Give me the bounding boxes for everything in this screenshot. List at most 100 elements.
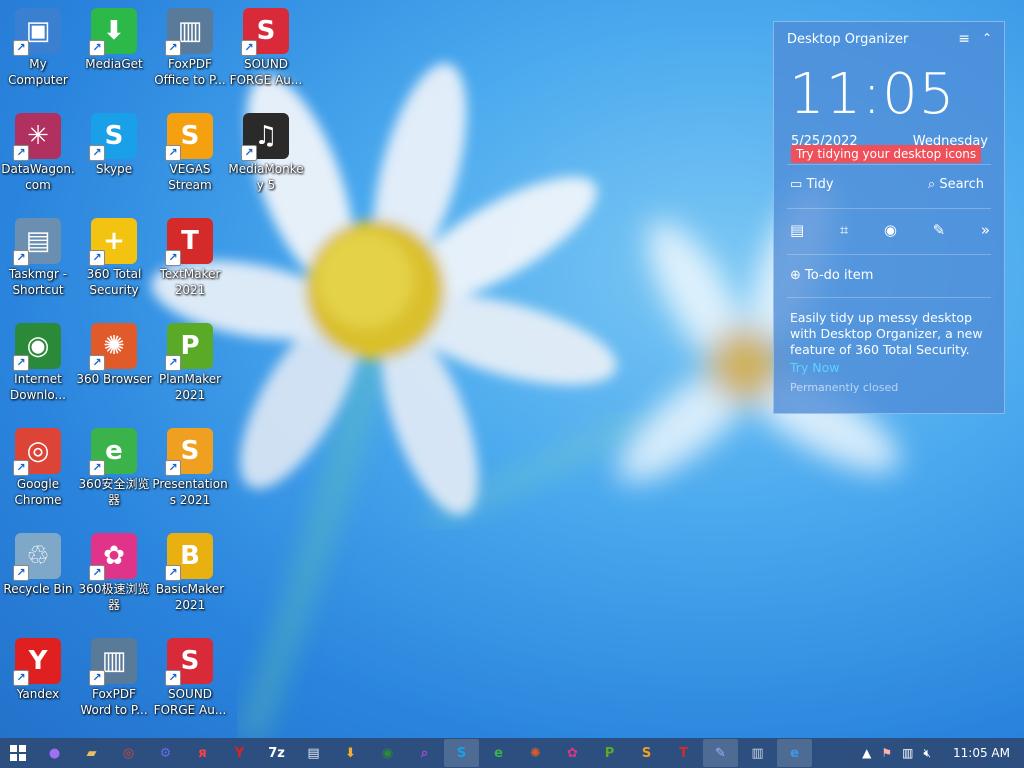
task-manager-icon: ▤ ↗ xyxy=(13,218,61,266)
shortcut-arrow-icon: ↗ xyxy=(165,670,181,686)
desktop-icon[interactable]: S ↗ SOUND FORGE Au... xyxy=(228,0,304,100)
yandex-icon[interactable]: Y xyxy=(222,739,257,767)
sound-forge-icon: S ↗ xyxy=(165,638,213,686)
tidy-button[interactable]: ▭ Tidy xyxy=(790,177,834,192)
chevron-up-icon[interactable]: ▲ xyxy=(862,746,871,760)
chrome-icon: ◎ ↗ xyxy=(13,428,61,476)
edit-note-icon[interactable]: ✎ xyxy=(933,221,946,239)
desktop-icon[interactable]: ◉ ↗ Internet Downlo... xyxy=(0,315,76,415)
chevron-up-icon[interactable]: ⌃ xyxy=(982,31,992,45)
permanently-closed-link[interactable]: Permanently closed xyxy=(790,381,898,394)
cortana-icon[interactable]: ● xyxy=(37,739,72,767)
desktop-icon-label: PlanMaker 2021 xyxy=(158,372,222,402)
organizer-title: Desktop Organizer xyxy=(787,32,909,47)
eye-icon[interactable]: ◉ xyxy=(884,221,897,239)
desktop-icon[interactable]: ▤ ↗ Taskmgr - Shortcut xyxy=(0,210,76,310)
chrome-icon[interactable]: ◎ xyxy=(111,739,146,767)
360-browser-icon[interactable]: ✺ xyxy=(518,739,553,767)
desktop-icon[interactable]: S ↗ Presentations 2021 xyxy=(152,420,228,520)
shortcut-arrow-icon: ↗ xyxy=(89,40,105,56)
internet-explorer-icon[interactable]: e xyxy=(777,739,812,767)
start-button[interactable] xyxy=(0,738,36,768)
desktop-icon[interactable]: ▣ ↗ My Computer xyxy=(0,0,76,100)
mediamonkey-icon: ♫ ↗ xyxy=(241,113,289,161)
7zip-icon[interactable]: 7z xyxy=(259,739,294,767)
organizer-toolbar: ▤ ⌗ ◉ ✎ » xyxy=(790,221,990,239)
planmaker-icon: P ↗ xyxy=(165,323,213,371)
desktop-icon-label: My Computer xyxy=(8,57,68,87)
plus-circle-icon: ⊕ xyxy=(790,268,801,283)
foxpdf-office-icon: ▥ ↗ xyxy=(165,8,213,56)
shortcut-arrow-icon: ↗ xyxy=(13,670,29,686)
organizer-description: Easily tidy up messy desktop with Deskto… xyxy=(790,310,983,357)
chevrons-right-icon[interactable]: » xyxy=(981,221,990,239)
desktop-icon[interactable]: P ↗ PlanMaker 2021 xyxy=(152,315,228,415)
desktop-icon-label: 360极速浏览器 xyxy=(78,582,150,612)
desktop-icon[interactable]: ✺ ↗ 360 Browser xyxy=(76,315,152,415)
computer-icon: ▣ ↗ xyxy=(13,8,61,56)
desktop-icon[interactable]: T ↗ TextMaker 2021 xyxy=(152,210,228,310)
desktop-icon[interactable]: e ↗ 360安全浏览器 xyxy=(76,420,152,520)
crop-icon[interactable]: ⌗ xyxy=(840,221,848,239)
notepad-icon[interactable]: ▤ xyxy=(296,739,331,767)
planmaker-icon[interactable]: P xyxy=(592,739,627,767)
desktop-icon[interactable]: ✿ ↗ 360极速浏览器 xyxy=(76,525,152,625)
shortcut-arrow-icon: ↗ xyxy=(13,565,29,581)
desktop-icon[interactable]: + ↗ 360 Total Security xyxy=(76,210,152,310)
file-explorer-icon[interactable]: ▰ xyxy=(74,739,109,767)
desktop-icon-label: Recycle Bin xyxy=(3,582,73,596)
desktop-icon-label: 360安全浏览器 xyxy=(78,477,150,507)
desktop-icon[interactable]: S ↗ Skype xyxy=(76,105,152,205)
desktop-icon[interactable]: ◎ ↗ Google Chrome xyxy=(0,420,76,520)
flag-warning-icon[interactable]: ⚑ xyxy=(881,746,892,760)
desktop-icon[interactable]: S ↗ SOUND FORGE Au... xyxy=(152,630,228,730)
desktop-icon[interactable]: ▥ ↗ FoxPDF Word to P... xyxy=(76,630,152,730)
shortcut-arrow-icon: ↗ xyxy=(165,355,181,371)
360-speed-browser-icon: ✿ ↗ xyxy=(89,533,137,581)
desktop-icon-label: Google Chrome xyxy=(14,477,62,507)
search-app-icon[interactable]: ⌕ xyxy=(407,739,442,767)
foxpdf-icon[interactable]: ▥ xyxy=(740,739,775,767)
shortcut-arrow-icon: ↗ xyxy=(89,145,105,161)
notebook-icon[interactable]: ▤ xyxy=(790,221,804,239)
search-button[interactable]: ⌕ Search xyxy=(928,177,984,192)
360-speed-icon[interactable]: ✿ xyxy=(555,739,590,767)
pen-tool-icon[interactable]: ✎ xyxy=(703,739,738,767)
system-tray: ▲ ⚑ ▥ 🔇︎ 11:05 AM xyxy=(862,738,1010,768)
desktop-icon[interactable]: ♫ ↗ MediaMonkey 5 xyxy=(228,105,304,205)
shortcut-arrow-icon: ↗ xyxy=(89,565,105,581)
shortcut-arrow-icon: ↗ xyxy=(89,250,105,266)
desktop-icon-label: Skype xyxy=(95,162,133,176)
shortcut-arrow-icon: ↗ xyxy=(13,145,29,161)
presentations-icon[interactable]: S xyxy=(629,739,664,767)
desktop-icon[interactable]: ✳ ↗ DataWagon.com xyxy=(0,105,76,205)
search-label: Search xyxy=(939,177,984,192)
internet-download-manager-icon: ◉ ↗ xyxy=(13,323,61,371)
settings-icon[interactable]: ⚙ xyxy=(148,739,183,767)
mediaget-icon[interactable]: ⬇ xyxy=(333,739,368,767)
todo-add-button[interactable]: ⊕ To-do item xyxy=(790,268,873,283)
try-now-link[interactable]: Try Now xyxy=(790,360,840,375)
desktop-icon[interactable]: ▥ ↗ FoxPDF Office to P... xyxy=(152,0,228,100)
shortcut-arrow-icon: ↗ xyxy=(13,250,29,266)
network-icon[interactable]: ▥ xyxy=(902,746,913,760)
menu-icon[interactable]: ≡ xyxy=(958,31,970,47)
360-safe-icon[interactable]: e xyxy=(481,739,516,767)
desktop-icon[interactable]: Y ↗ Yandex xyxy=(0,630,76,730)
desktop-icon[interactable]: B ↗ BasicMaker 2021 xyxy=(152,525,228,625)
desktop-icon[interactable]: ⬇ ↗ MediaGet xyxy=(76,0,152,100)
tidy-tip-banner[interactable]: Try tidying your desktop icons xyxy=(791,145,982,163)
desktop-icon-label: SOUND FORGE Au... xyxy=(153,687,227,717)
desktop-icon-label: VEGAS Stream xyxy=(168,162,212,192)
idm-icon[interactable]: ◉ xyxy=(370,739,405,767)
desktop-icon[interactable]: ♲ ↗ Recycle Bin xyxy=(0,525,76,625)
desktop-icon-label: 360 Browser xyxy=(76,372,152,386)
taskbar-clock[interactable]: 11:05 AM xyxy=(953,746,1010,760)
yandex-browser-icon[interactable]: я xyxy=(185,739,220,767)
desktop-icon-label: FoxPDF Office to P... xyxy=(154,57,226,87)
volume-muted-icon[interactable]: 🔇︎ xyxy=(923,746,931,761)
textmaker-icon[interactable]: T xyxy=(666,739,701,767)
desktop-icon[interactable]: S ↗ VEGAS Stream xyxy=(152,105,228,205)
skype-icon[interactable]: S xyxy=(444,739,479,767)
basicmaker-icon: B ↗ xyxy=(165,533,213,581)
